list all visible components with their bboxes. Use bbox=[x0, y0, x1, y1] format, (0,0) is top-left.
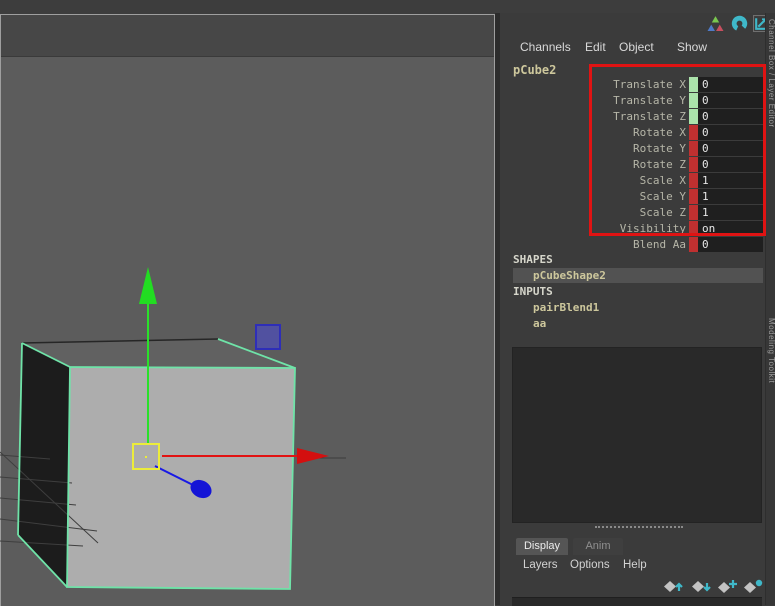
side-tab-modeling-toolkit[interactable]: Modeling Toolkit bbox=[766, 318, 775, 383]
new-empty-layer-icon[interactable] bbox=[743, 578, 765, 594]
channel-label[interactable]: Rotate X bbox=[500, 126, 689, 139]
tab-anim[interactable]: Anim bbox=[573, 538, 623, 555]
channel-label[interactable]: Translate Y bbox=[500, 94, 689, 107]
channel-row: Visibility on bbox=[500, 220, 766, 236]
channel-row: Scale Z 1 bbox=[500, 204, 766, 220]
key-state-chip bbox=[689, 205, 698, 220]
move-layer-down-icon[interactable] bbox=[691, 578, 713, 594]
channel-row: Rotate Y 0 bbox=[500, 140, 766, 156]
channel-row: Scale Y 1 bbox=[500, 188, 766, 204]
manipulator-icon[interactable] bbox=[707, 15, 724, 32]
channel-row: Rotate X 0 bbox=[500, 124, 766, 140]
menu-item-options[interactable]: Options bbox=[570, 557, 610, 573]
channel-box-extra-panel bbox=[512, 347, 762, 523]
selected-object-name[interactable]: pCube2 bbox=[513, 63, 556, 77]
menu-item-help[interactable]: Help bbox=[623, 557, 647, 573]
channel-box-panel: Channels Edit Object Show pCube2 Transla… bbox=[500, 13, 775, 605]
channel-label[interactable]: Translate X bbox=[500, 78, 689, 91]
key-state-chip bbox=[689, 77, 698, 92]
channel-row: Translate Y 0 bbox=[500, 92, 766, 108]
menu-item-edit[interactable]: Edit bbox=[585, 38, 606, 56]
side-tab-channel-box[interactable]: Channel Box / Layer Editor bbox=[766, 19, 775, 128]
channel-rows: Translate X 0 Translate Y 0 Translate Z … bbox=[500, 76, 766, 252]
inputs-header: INPUTS bbox=[513, 285, 553, 298]
input-item-aa[interactable]: aa bbox=[533, 317, 546, 330]
cube[interactable] bbox=[18, 339, 295, 589]
sidebar-tab-strip: Channel Box / Layer Editor Modeling Tool… bbox=[765, 13, 775, 605]
channel-row: Rotate Z 0 bbox=[500, 156, 766, 172]
shapes-header: SHAPES bbox=[513, 253, 553, 266]
channel-label[interactable]: Rotate Z bbox=[500, 158, 689, 171]
menu-item-layers[interactable]: Layers bbox=[523, 557, 558, 573]
channel-value-field[interactable]: 0 bbox=[698, 237, 763, 252]
input-item-pairblend1[interactable]: pairBlend1 bbox=[533, 301, 599, 314]
channel-label[interactable]: Translate Z bbox=[500, 110, 689, 123]
channel-label[interactable]: Visibility bbox=[500, 222, 689, 235]
speed-dial-icon[interactable] bbox=[731, 15, 748, 32]
channel-label[interactable]: Blend Aa bbox=[500, 238, 689, 251]
tab-display[interactable]: Display bbox=[516, 538, 568, 555]
panel-resize-dots[interactable] bbox=[595, 526, 683, 528]
key-state-chip bbox=[689, 125, 698, 140]
channel-label[interactable]: Scale Y bbox=[500, 190, 689, 203]
channel-value-field[interactable]: 0 bbox=[698, 157, 763, 172]
key-state-chip bbox=[689, 189, 698, 204]
key-state-chip bbox=[689, 221, 698, 236]
cube-left-face[interactable] bbox=[18, 343, 70, 587]
shape-item-pcubeshape2[interactable]: pCubeShape2 bbox=[533, 269, 606, 282]
channel-value-field[interactable]: on bbox=[698, 221, 763, 236]
viewport-canvas[interactable] bbox=[0, 0, 497, 605]
channel-label[interactable]: Scale Z bbox=[500, 206, 689, 219]
channel-row: Translate Z 0 bbox=[500, 108, 766, 124]
channel-row: Scale X 1 bbox=[500, 172, 766, 188]
key-state-chip bbox=[689, 237, 698, 252]
channel-value-field[interactable]: 0 bbox=[698, 93, 763, 108]
channel-value-field[interactable]: 1 bbox=[698, 189, 763, 204]
channel-value-field[interactable]: 1 bbox=[698, 173, 763, 188]
key-state-chip bbox=[689, 109, 698, 124]
channel-value-field[interactable]: 0 bbox=[698, 125, 763, 140]
channel-value-field[interactable]: 0 bbox=[698, 141, 763, 156]
channel-value-field[interactable]: 0 bbox=[698, 77, 763, 92]
channel-label[interactable]: Scale X bbox=[500, 174, 689, 187]
key-state-chip bbox=[689, 173, 698, 188]
channel-label[interactable]: Rotate Y bbox=[500, 142, 689, 155]
key-state-chip bbox=[689, 141, 698, 156]
menu-item-channels[interactable]: Channels bbox=[520, 38, 571, 56]
move-layer-up-icon[interactable] bbox=[663, 578, 685, 594]
channel-row: Blend Aa 0 bbox=[500, 236, 766, 252]
channel-value-field[interactable]: 0 bbox=[698, 109, 763, 124]
channel-row: Translate X 0 bbox=[500, 76, 766, 92]
menu-item-show[interactable]: Show bbox=[677, 38, 707, 56]
channel-value-field[interactable]: 1 bbox=[698, 205, 763, 220]
key-state-chip bbox=[689, 93, 698, 108]
key-state-chip bbox=[689, 157, 698, 172]
menu-item-object[interactable]: Object bbox=[619, 38, 654, 56]
blue-square-handle[interactable] bbox=[256, 325, 280, 349]
new-layer-from-selected-icon[interactable] bbox=[717, 578, 739, 594]
